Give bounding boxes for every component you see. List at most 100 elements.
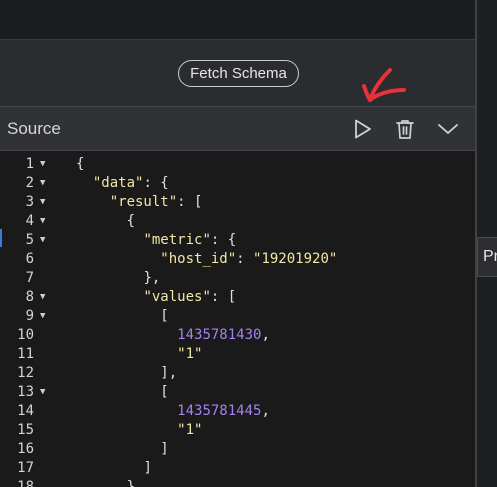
code-token: }, <box>143 270 161 286</box>
code-line: 1 ▼ { <box>0 155 475 174</box>
code-line: 12 ], <box>0 364 475 383</box>
code-text: 1435781430, <box>76 326 270 345</box>
code-text: ], <box>76 364 177 383</box>
line-number: 5 <box>25 232 34 248</box>
line-number: 14 <box>17 403 34 419</box>
fold-arrow-icon[interactable]: ▼ <box>40 155 50 174</box>
code-token: "19201920" <box>253 251 338 267</box>
code-token: , <box>261 327 270 343</box>
line-number: 9 <box>25 308 34 324</box>
code-token: [ <box>160 308 169 324</box>
code-line: 5 ▼ "metric": { <box>0 231 475 250</box>
fold-arrow-icon[interactable]: ▼ <box>40 288 50 307</box>
source-title: Source <box>7 119 61 138</box>
code-token: "result" <box>109 194 178 210</box>
code-token: ] <box>143 460 152 476</box>
line-number: 8 <box>25 289 34 305</box>
code-token: "metric" <box>143 232 211 248</box>
code-token: "1" <box>177 422 203 438</box>
code-line: 4 ▼ { <box>0 212 475 231</box>
code-line: 14 1435781445, <box>0 402 475 421</box>
line-number: 7 <box>25 270 34 286</box>
line-number: 17 <box>17 460 34 476</box>
code-token: ] <box>160 441 169 457</box>
line-number: 13 <box>17 384 34 400</box>
code-text: "result": [ <box>76 193 203 212</box>
code-token: : [ <box>177 194 203 210</box>
code-text: [ <box>76 383 169 402</box>
trash-icon[interactable] <box>393 117 417 141</box>
code-token: } <box>126 479 136 487</box>
line-number: 4 <box>25 213 34 229</box>
code-line: 15 "1" <box>0 421 475 440</box>
code-token: : { <box>210 232 237 248</box>
fold-arrow-icon[interactable]: ▼ <box>40 174 50 193</box>
line-number: 16 <box>17 441 34 457</box>
line-number: 1 <box>25 156 34 172</box>
code-token: { <box>126 213 136 229</box>
code-token: { <box>76 156 85 172</box>
code-text: "1" <box>76 345 202 364</box>
code-token: ], <box>160 365 178 381</box>
code-text: 1435781445, <box>76 402 270 421</box>
top-panel <box>0 0 475 40</box>
code-token: 1435781445 <box>177 403 262 419</box>
code-line: 13 ▼ [ <box>0 383 475 402</box>
code-token: 1435781430 <box>177 327 262 343</box>
code-text: "host_id": "19201920" <box>76 250 337 269</box>
code-token: "1" <box>177 346 203 362</box>
left-edge-marker <box>0 229 2 247</box>
code-line: 6 "host_id": "19201920" <box>0 250 475 269</box>
line-number: 3 <box>25 194 34 210</box>
code-text: ] <box>76 459 152 478</box>
code-line: 8 ▼ "values": [ <box>0 288 475 307</box>
code-token: "host_id" <box>160 251 237 267</box>
fold-arrow-icon[interactable]: ▼ <box>40 231 50 250</box>
app-window: Fetch Schema Source 1 ▼ {2 ▼ "data": {… <box>0 0 497 487</box>
code-token: , <box>261 403 270 419</box>
code-token: : [ <box>210 289 237 305</box>
code-line: 16 ] <box>0 440 475 459</box>
code-text: "values": [ <box>76 288 236 307</box>
source-header: Source <box>0 106 475 151</box>
code-editor[interactable]: 1 ▼{2 ▼ "data": {3 ▼ "result": [4 ▼ {5 ▼ "met… <box>0 151 475 487</box>
fold-arrow-icon[interactable]: ▼ <box>40 383 50 402</box>
fetch-schema-button[interactable]: Fetch Schema <box>178 60 299 87</box>
code-token: "data" <box>92 175 144 191</box>
code-token: [ <box>160 384 169 400</box>
code-line: 17 ] <box>0 459 475 478</box>
line-number: 10 <box>17 327 34 343</box>
fold-arrow-icon[interactable]: ▼ <box>40 212 50 231</box>
chevron-down-icon[interactable] <box>436 117 460 141</box>
line-number: 6 <box>25 251 34 267</box>
line-number: 11 <box>17 346 34 362</box>
fold-arrow-icon[interactable]: ▼ <box>40 307 50 326</box>
fold-arrow-icon[interactable]: ▼ <box>40 193 50 212</box>
code-text: { <box>76 212 135 231</box>
right-panel-tab[interactable]: Pr <box>477 237 497 277</box>
code-line: 2 ▼ "data": { <box>0 174 475 193</box>
line-number: 12 <box>17 365 34 381</box>
code-token: : <box>236 251 254 267</box>
code-text: ] <box>76 440 169 459</box>
annotation-arrow-icon <box>360 64 410 108</box>
code-line: 7 }, <box>0 269 475 288</box>
code-line: 9 ▼ [ <box>0 307 475 326</box>
code-text: "metric": { <box>76 231 236 250</box>
code-line: 18 } <box>0 478 475 487</box>
code-text: "data": { <box>76 174 169 193</box>
line-number: 2 <box>25 175 34 191</box>
code-token: "values" <box>143 289 211 305</box>
code-line: 10 1435781430, <box>0 326 475 345</box>
code-text: [ <box>76 307 169 326</box>
code-token: : { <box>143 175 169 191</box>
play-icon[interactable] <box>350 117 374 141</box>
line-number: 18 <box>17 479 34 487</box>
code-text: }, <box>76 269 160 288</box>
line-number: 15 <box>17 422 34 438</box>
code-text: { <box>76 155 84 174</box>
code-text: "1" <box>76 421 202 440</box>
code-line: 11 "1" <box>0 345 475 364</box>
code-text: } <box>76 478 135 487</box>
code-line: 3 ▼ "result": [ <box>0 193 475 212</box>
